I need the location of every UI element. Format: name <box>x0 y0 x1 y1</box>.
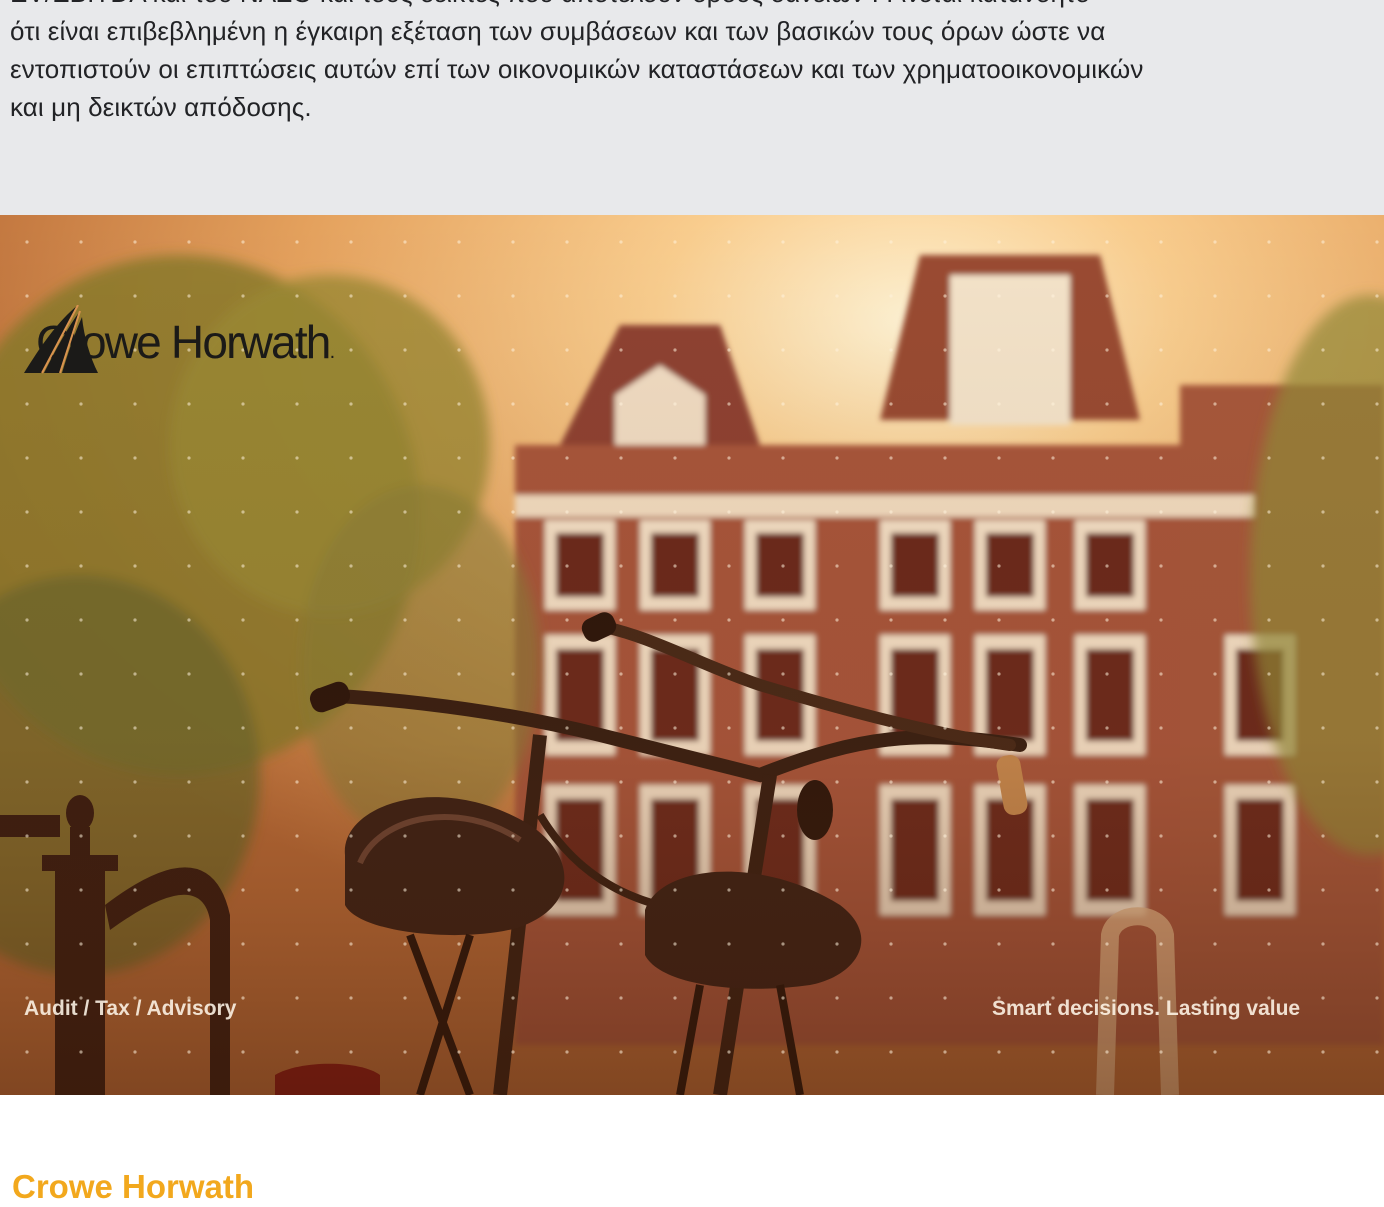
crowe-horwath-mark-icon <box>24 305 98 374</box>
services-tagline: Audit / Tax / Advisory <box>24 997 237 1020</box>
intro-line: και μη δεικτών απόδοσης. <box>10 92 312 122</box>
logo-suffix: . <box>329 341 335 363</box>
hero-banner-image: Crowe Horwath. Audit / Tax / Advisory Sm… <box>0 215 1384 1095</box>
intro-line: εντοπιστούν οι επιπτώσεις αυτών επί των … <box>10 54 1144 84</box>
intro-line: EV/EBITDA και του ΝΑΣΟ και τους δείκτες … <box>10 0 1384 12</box>
page: EV/EBITDA και του ΝΑΣΟ και τους δείκτες … <box>0 0 1384 1207</box>
intro-section: EV/EBITDA και του ΝΑΣΟ και τους δείκτες … <box>0 0 1384 215</box>
intro-paragraph: EV/EBITDA και του ΝΑΣΟ και τους δείκτες … <box>10 0 1384 126</box>
intro-line: ότι είναι επιβεβλημένη η έγκαιρη εξέταση… <box>10 16 1106 46</box>
slogan-tagline: Smart decisions. Lasting value <box>992 997 1301 1020</box>
crowe-horwath-logo: Crowe Horwath. <box>22 305 335 375</box>
section-heading: Crowe Horwath <box>12 1168 255 1205</box>
